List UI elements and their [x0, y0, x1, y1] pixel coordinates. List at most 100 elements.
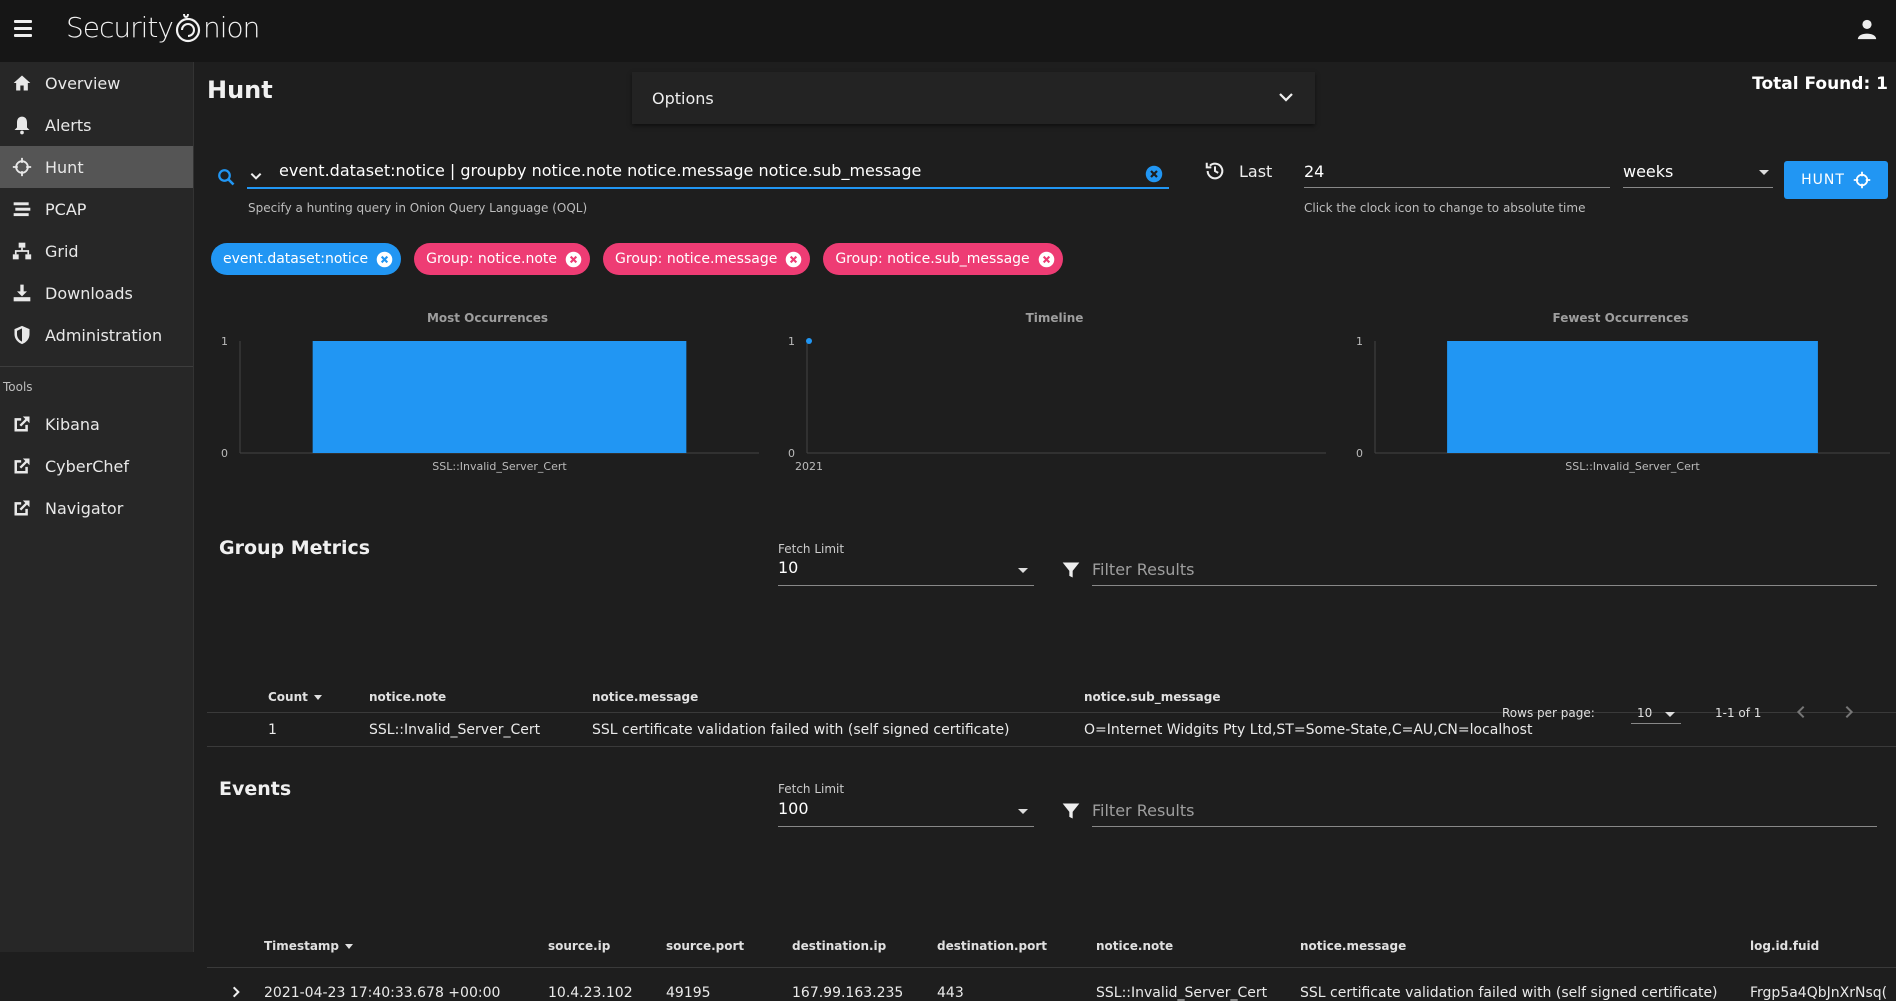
cell-destination-ip[interactable]: 167.99.163.235: [792, 985, 903, 1001]
y-tick-label: 0: [788, 447, 795, 460]
cell-note[interactable]: SSL::Invalid_Server_Cert: [369, 722, 540, 738]
y-tick-label: 0: [1356, 447, 1363, 460]
cell-timestamp[interactable]: 2021-04-23 17:40:33.678 +00:00: [264, 985, 500, 1001]
cell-notice-note[interactable]: SSL::Invalid_Server_Cert: [1096, 985, 1267, 1001]
security-onion-logo[interactable]: Security nion: [66, 10, 260, 44]
query-hint: Specify a hunting query in Onion Query L…: [248, 201, 588, 215]
column-header-destination-port[interactable]: destination.port: [937, 939, 1047, 953]
crosshairs-icon: [1853, 171, 1871, 189]
dropdown-arrow-icon: [1018, 568, 1028, 573]
hunt-button-label: HUNT: [1801, 172, 1845, 188]
column-label: Count: [268, 690, 308, 704]
fewest-occurrences-svg: 10SSL::Invalid_Server_Cert: [1356, 335, 1890, 473]
sidebar-item-label: Hunt: [45, 157, 84, 177]
column-header-sub-message[interactable]: notice.sub_message: [1084, 690, 1220, 704]
last-label: Last: [1239, 162, 1273, 181]
events-table: Timestamp source.ip source.port destinat…: [207, 822, 1896, 1001]
chip-group[interactable]: Group: notice.sub_message: [823, 243, 1063, 275]
sidebar-item-label: Alerts: [45, 115, 92, 135]
close-icon[interactable]: [785, 251, 802, 268]
chip-query[interactable]: event.dataset:notice: [211, 243, 402, 275]
sidebar-divider: [0, 366, 193, 367]
column-header-source-port[interactable]: source.port: [666, 939, 744, 953]
download-icon: [13, 284, 31, 302]
column-header-destination-ip[interactable]: destination.ip: [792, 939, 886, 953]
column-header-message[interactable]: notice.message: [592, 690, 698, 704]
user-icon[interactable]: [1856, 18, 1878, 40]
sidebar-item-navigator[interactable]: Navigator: [0, 487, 193, 529]
cell-fuid[interactable]: Frgp5a4QbJnXrNsq(: [1750, 985, 1896, 1001]
bell-icon: [14, 116, 30, 135]
close-icon[interactable]: [1038, 251, 1055, 268]
column-header-source-ip[interactable]: source.ip: [548, 939, 610, 953]
column-header-fuid[interactable]: log.id.fuid: [1750, 939, 1819, 953]
fetch-limit-label: Fetch Limit: [778, 542, 845, 556]
header-divider: [207, 967, 1896, 968]
main-content: Hunt Options Total Found: 1 Specify a hu…: [195, 62, 1896, 1001]
fetch-limit-label: Fetch Limit: [778, 782, 845, 796]
cell-source-ip[interactable]: 10.4.23.102: [548, 985, 633, 1001]
relative-time-input[interactable]: 24: [1304, 158, 1610, 188]
cell-notice-message[interactable]: SSL certificate validation failed with (…: [1300, 985, 1718, 1001]
column-header-timestamp[interactable]: Timestamp: [264, 939, 355, 953]
filter-icon: [1062, 562, 1080, 578]
cell-message[interactable]: SSL certificate validation failed with (…: [592, 722, 1010, 738]
rows-per-page-value: 10: [1637, 706, 1653, 720]
most-occurrences-chart: Most Occurrences 1 0 SSL::Invalid_Server_C…: [210, 307, 765, 567]
fewest-occurrences-chart: Fewest Occurrences 1 0 SSL::Invalid_Server…: [1345, 307, 1896, 567]
column-header-count[interactable]: Count: [268, 690, 324, 704]
page-title: Hunt: [207, 76, 273, 104]
sort-arrow-icon: [313, 695, 322, 700]
cell-source-port[interactable]: 49195: [666, 985, 711, 1001]
external-link-icon: [14, 458, 30, 474]
timeline-svg: 1 02021: [788, 335, 1326, 473]
sidebar-item-cyberchef[interactable]: CyberChef: [0, 445, 193, 487]
column-header-notice-message[interactable]: notice.message: [1300, 939, 1406, 953]
hunt-button[interactable]: HUNT: [1784, 161, 1888, 199]
y-tick-label: 1: [1356, 335, 1363, 348]
dropdown-arrow-icon: [1018, 809, 1028, 814]
menu-icon[interactable]: [14, 20, 32, 38]
time-unit-select[interactable]: weeks: [1623, 158, 1773, 188]
sidebar-item-kibana[interactable]: Kibana: [0, 403, 193, 445]
sidebar-item-downloads[interactable]: Downloads: [0, 272, 193, 314]
query-input[interactable]: [279, 161, 1139, 180]
logo-text-suffix: nion: [202, 10, 260, 44]
column-label: Timestamp: [264, 939, 340, 953]
chevron-right-icon[interactable]: [1841, 704, 1857, 720]
column-header-notice-note[interactable]: notice.note: [1096, 939, 1173, 953]
sidebar-item-administration[interactable]: Administration: [0, 314, 193, 356]
options-label: Options: [652, 88, 714, 108]
rows-per-page-label: Rows per page:: [1502, 706, 1595, 720]
tools-heading: Tools: [3, 380, 33, 394]
sidebar-item-label: PCAP: [45, 199, 87, 219]
close-icon[interactable]: [376, 251, 393, 268]
sidebar-item-pcap[interactable]: PCAP: [0, 188, 193, 230]
options-expander[interactable]: Options: [632, 72, 1315, 124]
chip-group[interactable]: Group: notice.message: [603, 243, 811, 275]
x-tick-label: SSL::Invalid_Server_Cert: [432, 460, 567, 473]
sort-arrow-icon: [345, 944, 354, 949]
sidebar-item-overview[interactable]: Overview: [0, 62, 193, 104]
chevron-down-icon[interactable]: [249, 169, 263, 183]
sidebar-item-grid[interactable]: Grid: [0, 230, 193, 272]
total-found: Total Found: 1: [1752, 74, 1888, 94]
rows-per-page-select[interactable]: 10: [1631, 700, 1681, 724]
expand-row-icon[interactable]: [229, 985, 243, 999]
column-header-note[interactable]: notice.note: [369, 690, 446, 704]
history-icon[interactable]: [1204, 160, 1226, 182]
dropdown-arrow-icon: [1665, 712, 1675, 717]
chip-group[interactable]: Group: notice.note: [414, 243, 591, 275]
chevron-left-icon[interactable]: [1793, 704, 1809, 720]
cell-destination-port[interactable]: 443: [937, 985, 964, 1001]
clear-icon[interactable]: [1145, 165, 1163, 183]
chevron-down-icon: [1279, 93, 1293, 102]
cell-count[interactable]: 1: [268, 722, 277, 738]
close-icon[interactable]: [565, 251, 582, 268]
cell-sub-message[interactable]: O=Internet Widgits Pty Ltd,ST=Some-State…: [1084, 722, 1532, 738]
search-icon: [218, 169, 235, 186]
bar: [1447, 341, 1818, 453]
sidebar-item-hunt[interactable]: Hunt: [0, 146, 193, 188]
page-range: 1-1 of 1: [1715, 706, 1762, 720]
sidebar-item-alerts[interactable]: Alerts: [0, 104, 193, 146]
